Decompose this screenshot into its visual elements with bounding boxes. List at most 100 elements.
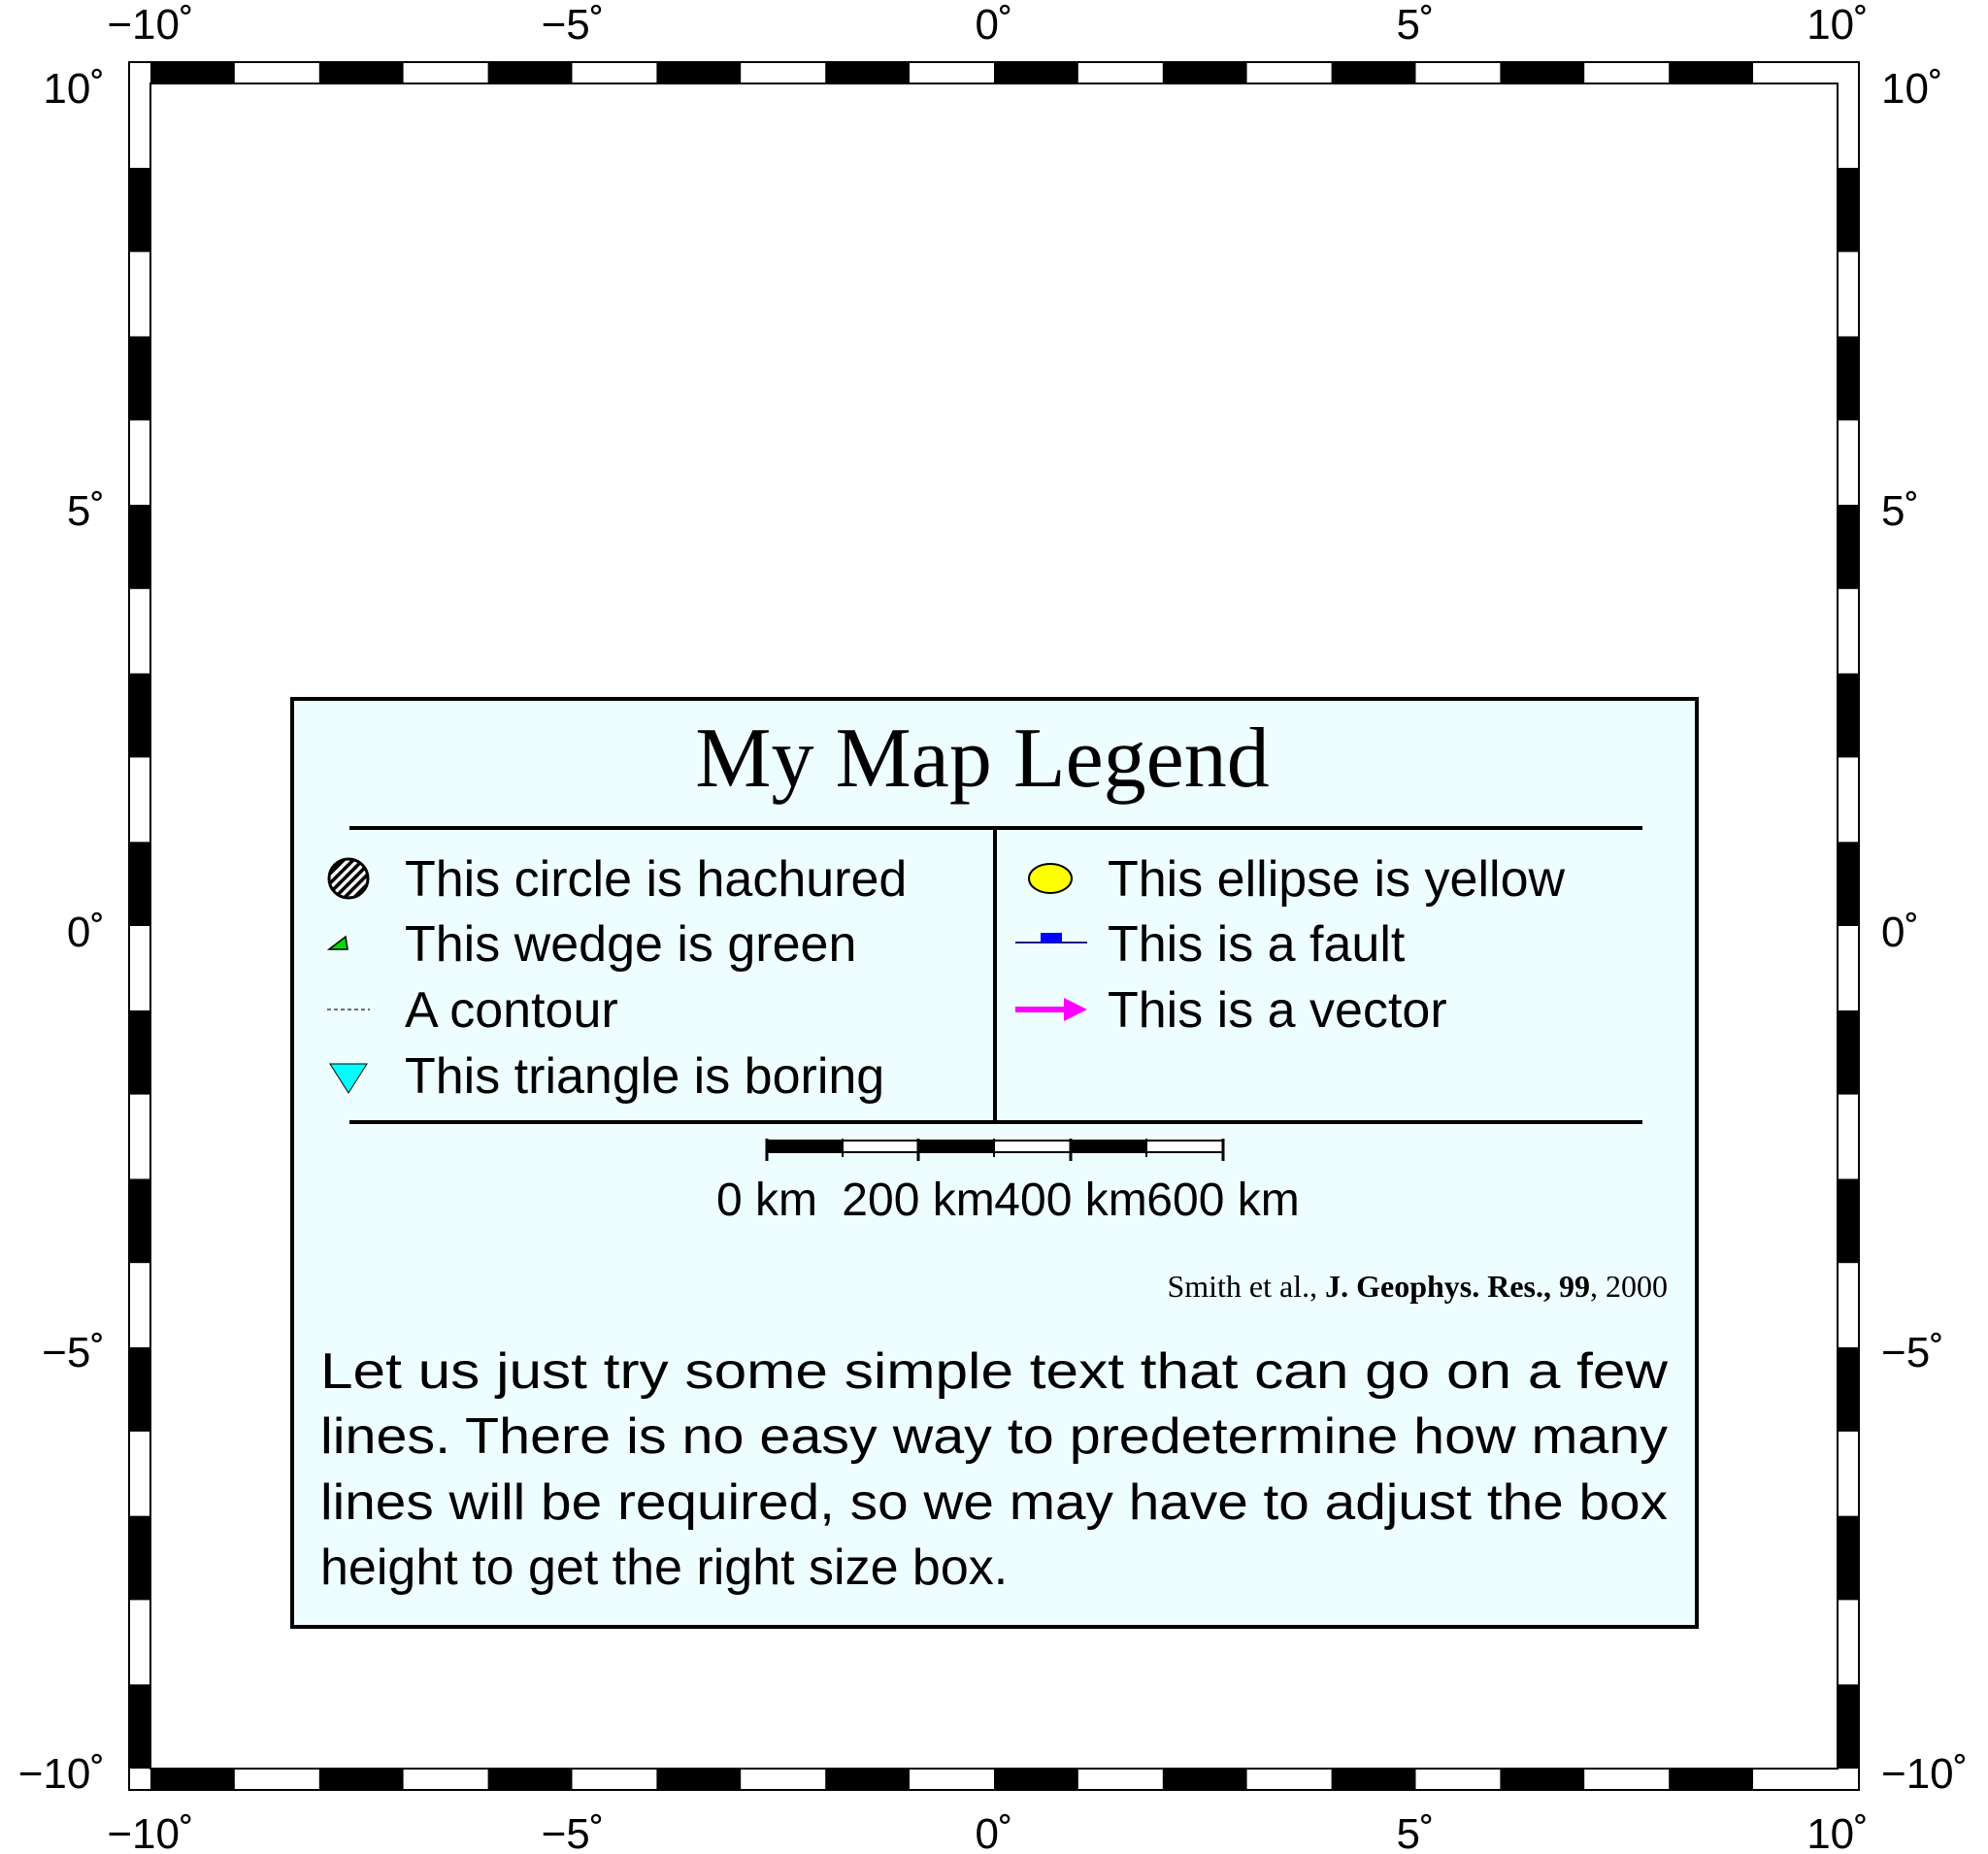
x-tick-label: −5˚ (542, 1, 605, 49)
frame-segment-top (1077, 62, 1163, 83)
x-tick-label: −10˚ (107, 1810, 193, 1854)
x-tick-label: 0˚ (975, 1810, 1012, 1854)
legend-entry-label: This wedge is green (405, 916, 856, 973)
scale-bar-label: 600 km (1146, 1175, 1299, 1226)
frame-segment-bottom (1331, 1769, 1416, 1790)
frame-segment-left (129, 757, 150, 843)
frame-segment-bottom (910, 1769, 994, 1790)
y-tick-label: 10˚ (43, 65, 105, 113)
legend-paragraph-line: height to get the right size box. (320, 1539, 1008, 1596)
frame-segment-right (1838, 83, 1859, 168)
frame-segment-left (129, 251, 150, 337)
frame-segment-bottom (150, 1769, 235, 1790)
frame-segment-bottom (741, 1769, 826, 1790)
frame-segment-bottom (318, 1769, 404, 1790)
frame-segment-top (1415, 62, 1501, 83)
frame-segment-top (825, 62, 911, 83)
frame-segment-top (1331, 62, 1416, 83)
citation-journal: J. Geophys. Res., 99 (1325, 1269, 1590, 1304)
frame-segment-left (129, 83, 150, 168)
scale-bar-label: 200 km (842, 1175, 994, 1226)
y-tick-label: 10˚ (1881, 65, 1943, 113)
frame-corner (1838, 62, 1859, 83)
frame-segment-bottom (487, 1769, 573, 1790)
frame-segment-top (910, 62, 994, 83)
frame-segment-right (1838, 1515, 1859, 1601)
frame-segment-right (1838, 588, 1859, 674)
frame-segment-right (1838, 1094, 1859, 1179)
frame-segment-top (1753, 62, 1838, 83)
frame-segment-right (1838, 673, 1859, 758)
frame-segment-left (129, 420, 150, 505)
y-tick-label: 0˚ (1881, 909, 1919, 956)
legend-entry-label: This ellipse is yellow (1108, 851, 1565, 908)
y-tick-labels-right: 10˚ 5˚ 0˚ −5˚ −10˚ (1881, 65, 1968, 1798)
frame-segment-right (1838, 1178, 1859, 1264)
citation-year: , 2000 (1590, 1269, 1668, 1304)
frame-segment-bottom (572, 1769, 657, 1790)
scale-bar: 0 km 200 km 400 km 600 km (716, 1139, 1300, 1226)
frame-segment-left (129, 1515, 150, 1601)
frame-segment-bottom (994, 1769, 1078, 1790)
frame-segment-top (318, 62, 404, 83)
frame-corner (129, 1769, 150, 1790)
frame-segment-top (150, 62, 235, 83)
legend-entry-label: This circle is hachured (405, 851, 907, 908)
legend-title: My Map Legend (695, 712, 1269, 806)
x-tick-label: −10˚ (107, 1, 193, 49)
legend-paragraph-line: lines will be required, so we may have t… (320, 1474, 1668, 1531)
scale-bar-label: 0 km (716, 1175, 817, 1226)
y-tick-label: −5˚ (42, 1329, 105, 1376)
frame-segment-left (129, 336, 150, 421)
frame-segment-top (741, 62, 826, 83)
y-tick-label: −5˚ (1881, 1329, 1944, 1376)
x-tick-labels-bottom: −10˚ −5˚ 0˚ 5˚ 10˚ (107, 1810, 1868, 1854)
frame-segment-bottom (234, 1769, 319, 1790)
frame-segment-top (403, 62, 488, 83)
frame-segment-left (129, 1010, 150, 1095)
y-tick-label: −10˚ (18, 1750, 105, 1798)
citation: Smith et al., J. Geophys. Res., 99, 2000 (1167, 1269, 1668, 1304)
x-tick-label: 10˚ (1806, 1810, 1869, 1854)
frame-segment-bottom (825, 1769, 911, 1790)
legend-paragraph-line: Let us just try some simple text that ca… (320, 1343, 1669, 1400)
legend-entry-label: This triangle is boring (405, 1048, 884, 1105)
frame-segment-right (1838, 1431, 1859, 1516)
frame-segment-right (1838, 167, 1859, 252)
frame-corner (129, 62, 150, 83)
yellow-ellipse-icon (1028, 863, 1073, 894)
frame-segment-right (1838, 1010, 1859, 1095)
legend-entry-label: This is a fault (1108, 916, 1406, 973)
frame-segment-right (1838, 1600, 1859, 1685)
citation-authors: Smith et al., (1167, 1269, 1325, 1304)
frame-segment-top (572, 62, 657, 83)
scale-bar-label: 400 km (994, 1175, 1146, 1226)
frame-segment-top (1162, 62, 1247, 83)
frame-segment-bottom (1246, 1769, 1332, 1790)
legend-entry-label: This is a vector (1108, 982, 1447, 1039)
frame-corner (1838, 1769, 1859, 1790)
legend-entry-label: A contour (405, 982, 618, 1039)
frame-segment-right (1838, 251, 1859, 337)
frame-segment-right (1838, 336, 1859, 421)
frame-segment-top (1246, 62, 1332, 83)
frame-segment-left (129, 1600, 150, 1685)
frame-segment-right (1838, 1347, 1859, 1432)
y-tick-label: 5˚ (1881, 487, 1919, 535)
frame-segment-left (129, 1431, 150, 1516)
frame-segment-bottom (1162, 1769, 1247, 1790)
y-tick-labels-left: 10˚ 5˚ 0˚ −5˚ −10˚ (18, 65, 105, 1798)
hachured-circle-icon (327, 857, 370, 900)
frame-segment-left (129, 167, 150, 252)
frame-segment-left (129, 1094, 150, 1179)
frame-segment-top (994, 62, 1078, 83)
frame-segment-left (129, 673, 150, 758)
legend-paragraph-line: lines. There is no easy way to predeterm… (320, 1408, 1668, 1465)
frame-segment-bottom (1500, 1769, 1585, 1790)
frame-segment-right (1838, 1684, 1859, 1769)
frame-segment-bottom (403, 1769, 488, 1790)
frame-segment-right (1838, 842, 1859, 926)
frame-segment-right (1838, 505, 1859, 589)
frame-segment-left (129, 505, 150, 589)
y-tick-label: 0˚ (67, 909, 105, 956)
